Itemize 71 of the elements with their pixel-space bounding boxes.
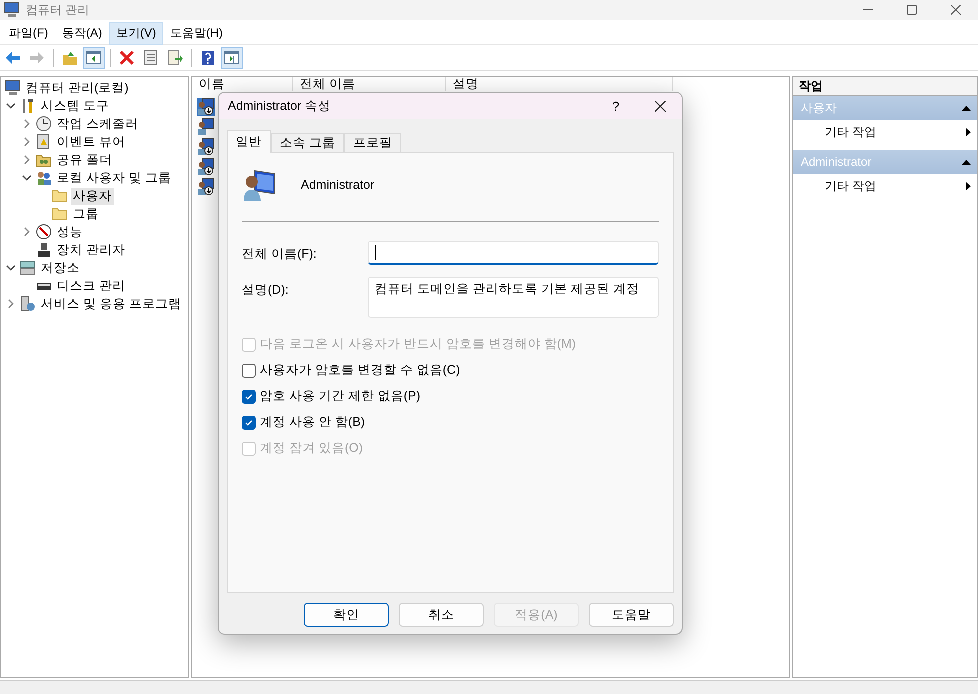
- close-icon[interactable]: [654, 100, 666, 112]
- input-field[interactable]: 컴퓨터 도메인을 관리하도록 기본 제공된 계정: [368, 277, 659, 318]
- services-icon: [20, 296, 36, 312]
- dialog-button[interactable]: 취소: [399, 603, 484, 627]
- device-icon: [36, 242, 52, 258]
- log-icon: [36, 134, 52, 150]
- folder-icon: [52, 188, 68, 204]
- storage-icon: [20, 260, 36, 276]
- chevron-icon[interactable]: [22, 173, 32, 183]
- tree-item[interactable]: 서비스 및 응용 프로그램: [39, 296, 184, 312]
- checkbox[interactable]: [242, 364, 256, 378]
- tree-item[interactable]: 디스크 관리: [55, 278, 128, 294]
- column-header[interactable]: 이름: [192, 77, 293, 91]
- collapse-icon[interactable]: [962, 105, 971, 111]
- dialog-button[interactable]: 확인: [304, 603, 389, 627]
- tab[interactable]: 프로필: [344, 133, 402, 152]
- maximize-icon[interactable]: [907, 5, 917, 15]
- column-header[interactable]: 전체 이름: [293, 77, 446, 91]
- console-tree-icon[interactable]: [83, 46, 105, 68]
- tree-item[interactable]: 성능: [55, 224, 85, 240]
- actions-header: 작업: [793, 77, 977, 96]
- user-icon: [243, 168, 277, 202]
- clock-icon: [36, 116, 52, 132]
- tree-item[interactable]: 작업 스케줄러: [55, 116, 140, 132]
- input-field[interactable]: [368, 241, 659, 265]
- close-icon[interactable]: [951, 5, 961, 15]
- computer-icon: [5, 80, 21, 96]
- tree-item[interactable]: 공유 폴더: [55, 152, 114, 168]
- menu-item[interactable]: 보기(V): [109, 22, 164, 44]
- tab[interactable]: 일반: [227, 130, 271, 153]
- tree-item[interactable]: 로컬 사용자 및 그룹: [55, 170, 174, 186]
- chevron-icon[interactable]: [6, 101, 16, 111]
- tree-item[interactable]: 그룹: [71, 206, 101, 222]
- checkmark-icon: [245, 418, 253, 426]
- tree-item[interactable]: 컴퓨터 관리(로컬): [24, 80, 131, 96]
- submenu-arrow-icon[interactable]: [966, 182, 971, 190]
- dialog-button[interactable]: 도움말: [589, 603, 674, 627]
- users-icon: [36, 170, 52, 186]
- menu-item[interactable]: 동작(A): [55, 22, 110, 44]
- tree-item[interactable]: 시스템 도구: [39, 98, 112, 114]
- tree-item[interactable]: 저장소: [39, 260, 82, 276]
- tree-item[interactable]: 사용자: [71, 188, 114, 204]
- checkbox[interactable]: [242, 390, 256, 404]
- checkbox-label[interactable]: 계정 사용 안 함(B): [260, 414, 366, 431]
- submenu-arrow-icon[interactable]: [966, 128, 971, 136]
- checkmark-icon: [245, 392, 253, 400]
- dialog-title: Administrator 속성: [228, 98, 332, 114]
- window-title: 컴퓨터 관리: [26, 2, 90, 18]
- tools-icon: [20, 98, 36, 114]
- checkbox[interactable]: [242, 416, 256, 430]
- column-header[interactable]: 설명: [446, 77, 673, 91]
- computer-icon: [4, 2, 20, 18]
- menu-item[interactable]: 파일(F): [2, 22, 56, 44]
- checkbox-label[interactable]: 암호 사용 기간 제한 없음(P): [260, 388, 421, 405]
- folder-icon: [52, 206, 68, 222]
- tab[interactable]: 소속 그룹: [271, 133, 344, 152]
- action-item[interactable]: 기타 작업: [825, 178, 876, 194]
- collapse-icon[interactable]: [962, 159, 971, 165]
- performance-icon: [36, 224, 52, 240]
- user-name: Administrator: [301, 178, 375, 192]
- checkbox-label[interactable]: 사용자가 암호를 변경할 수 없음(C): [260, 362, 460, 379]
- chevron-icon[interactable]: [6, 263, 16, 273]
- tree-item[interactable]: 이벤트 뷰어: [55, 134, 128, 150]
- field-label: 전체 이름(F):: [242, 246, 318, 263]
- field-label: 설명(D):: [242, 282, 290, 299]
- help-button[interactable]: ?: [594, 98, 638, 114]
- action-pane-icon[interactable]: [221, 46, 243, 68]
- user-icon[interactable]: [197, 118, 215, 136]
- action-item[interactable]: 기타 작업: [825, 124, 876, 140]
- menu-item[interactable]: 도움말(H): [163, 22, 230, 44]
- tree-item[interactable]: 장치 관리자: [55, 242, 128, 258]
